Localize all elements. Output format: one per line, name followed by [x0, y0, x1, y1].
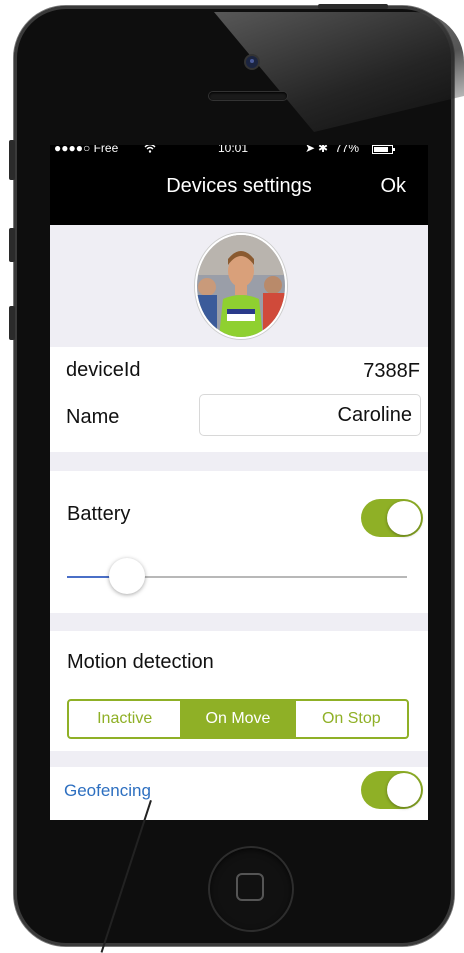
volume-down-button[interactable] [9, 306, 15, 340]
home-button[interactable] [208, 846, 294, 932]
clock-time: 10:01 [218, 145, 249, 155]
front-camera [246, 56, 258, 68]
segment-on-stop[interactable]: On Stop [296, 701, 407, 737]
segment-on-move[interactable]: On Move [182, 701, 296, 737]
ok-button[interactable]: Ok [380, 175, 406, 198]
carrier-label: ●●●●○ Free [54, 145, 119, 155]
motion-detection-section: Motion detection Inactive On Move On Sto… [50, 631, 428, 751]
battery-toggle-knob [387, 501, 421, 535]
name-input[interactable] [199, 394, 421, 436]
avatar[interactable] [195, 233, 287, 339]
battery-section: Battery [50, 471, 428, 613]
device-id-value: 7388F [363, 360, 420, 382]
app-screen: ●●●●○ Free 10:01 ➤ ✱ 77% Devices setting… [50, 145, 428, 820]
device-info-section: deviceId 7388F Name [50, 347, 428, 452]
segment-inactive[interactable]: Inactive [69, 701, 183, 737]
glass-reflection [214, 12, 464, 132]
mute-switch[interactable] [9, 140, 15, 180]
home-square-icon [236, 873, 264, 901]
battery-slider-knob[interactable] [108, 558, 145, 594]
bluetooth-icon: ✱ [318, 145, 329, 155]
avatar-section [50, 225, 428, 347]
status-bar: ●●●●○ Free 10:01 ➤ ✱ 77% [50, 145, 428, 157]
device-id-label: deviceId [66, 359, 141, 381]
earpiece-speaker [209, 92, 287, 100]
power-button[interactable] [318, 4, 388, 9]
motion-detection-label: Motion detection [67, 651, 214, 673]
battery-label: Battery [67, 503, 131, 525]
battery-slider-fill [67, 576, 115, 578]
wifi-icon [144, 145, 156, 154]
battery-toggle[interactable] [361, 499, 423, 537]
motion-mode-segmented-control: Inactive On Move On Stop [67, 699, 409, 739]
geofencing-toggle-knob [387, 773, 421, 807]
volume-up-button[interactable] [9, 228, 15, 262]
name-label: Name [66, 406, 120, 428]
battery-percent: 77% [335, 145, 360, 155]
geofencing-toggle[interactable] [361, 771, 423, 809]
navigation-bar: Devices settings Ok [50, 157, 428, 225]
geofencing-section: Geofencing [50, 767, 428, 820]
location-icon: ➤ [305, 145, 316, 155]
geofencing-link[interactable]: Geofencing [64, 781, 151, 801]
page-title: Devices settings [166, 175, 312, 197]
battery-icon [372, 145, 396, 155]
